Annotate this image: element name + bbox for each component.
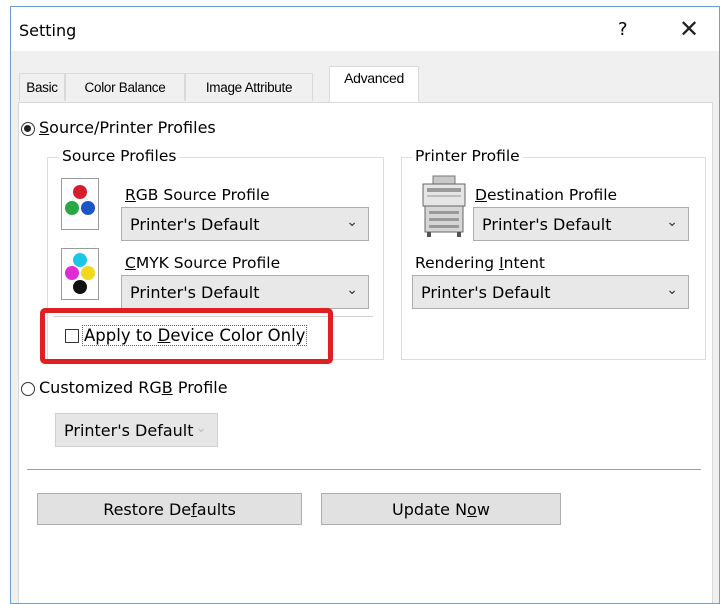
destination-profile-select[interactable]: Printer's Default ⌄ <box>473 207 689 241</box>
rgb-select-value: Printer's Default <box>130 215 260 234</box>
rendering-select-value: Printer's Default <box>421 283 551 302</box>
cmyk-profile-icon <box>61 248 99 300</box>
advanced-panel: Source/Printer Profiles Source Profiles … <box>18 102 713 603</box>
setting-dialog: Setting ? ✕ Basic Color Balance Image At… <box>10 6 720 604</box>
title-bar: Setting ? ✕ <box>11 7 719 51</box>
source-profiles-title: Source Profiles <box>59 147 180 165</box>
customized-select-value: Printer's Default <box>64 421 194 440</box>
source-printer-radio[interactable] <box>21 122 35 136</box>
customized-rgb-select[interactable]: Printer's Default ⌄ <box>55 413 218 447</box>
tab-color-balance[interactable]: Color Balance <box>65 73 185 101</box>
help-button[interactable]: ? <box>618 19 628 40</box>
bottom-separator <box>27 469 701 470</box>
restore-defaults-button[interactable]: Restore De f aults <box>37 493 302 525</box>
customized-rgb-label[interactable]: Customized RGB Profile <box>39 378 228 397</box>
cmyk-source-profile-label: CMYK Source Profile <box>125 254 281 272</box>
chevron-down-icon: ⌄ <box>666 282 678 298</box>
tab-basic[interactable]: Basic <box>19 73 65 101</box>
apply-device-color-label[interactable]: Apply to Device Color Only <box>82 325 308 346</box>
chevron-down-icon: ⌄ <box>346 282 358 298</box>
apply-device-color-checkbox[interactable] <box>65 329 79 343</box>
rgb-profile-icon <box>61 178 99 230</box>
update-now-button[interactable]: Update Now <box>321 493 561 525</box>
source-printer-label[interactable]: Source/Printer Profiles <box>39 118 216 137</box>
chevron-down-icon: ⌄ <box>195 420 207 436</box>
chevron-down-icon: ⌄ <box>346 214 358 230</box>
destination-profile-label: Destination Profile <box>475 186 618 204</box>
cmyk-select-value: Printer's Default <box>130 283 260 302</box>
rgb-source-profile-select[interactable]: Printer's Default ⌄ <box>121 207 369 241</box>
chevron-down-icon: ⌄ <box>666 214 678 230</box>
printer-icon <box>419 174 469 238</box>
tab-image-attribute[interactable]: Image Attribute <box>185 73 313 101</box>
rendering-intent-label: Rendering Intent <box>415 254 545 272</box>
close-button[interactable]: ✕ <box>679 15 699 43</box>
tab-advanced[interactable]: Advanced <box>329 66 419 103</box>
dialog-title: Setting <box>19 21 77 40</box>
cmyk-source-profile-select[interactable]: Printer's Default ⌄ <box>121 275 369 309</box>
rgb-source-profile-label: RGB Source Profile <box>125 186 270 204</box>
rendering-intent-select[interactable]: Printer's Default ⌄ <box>412 275 689 309</box>
customized-rgb-radio[interactable] <box>21 382 35 396</box>
tab-strip: Basic Color Balance Image Attribute Adva… <box>11 51 719 103</box>
printer-profile-title: Printer Profile <box>412 147 523 165</box>
destination-select-value: Printer's Default <box>482 215 612 234</box>
